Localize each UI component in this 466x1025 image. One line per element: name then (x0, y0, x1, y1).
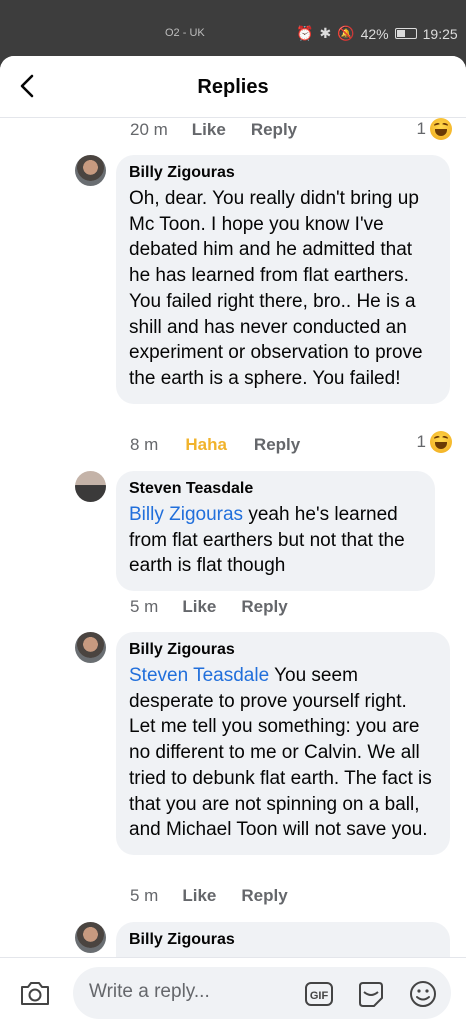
sticker-icon[interactable] (356, 980, 386, 1008)
comment-author[interactable]: Billy Zigouras (129, 164, 436, 182)
comment-text: Steven Teasdale You seem desperate to pr… (129, 663, 436, 843)
comment-body: You seem desperate to prove yourself rig… (129, 665, 432, 841)
bluetooth-icon: ✱ (319, 25, 332, 41)
like-button[interactable]: Like (182, 886, 216, 906)
gif-icon[interactable]: GIF (304, 980, 334, 1008)
alarm-icon: ⏰ (296, 25, 314, 41)
battery-icon (394, 28, 417, 39)
reply-input[interactable] (89, 981, 289, 1003)
haha-reaction-button[interactable]: Haha (185, 435, 227, 455)
reaction-summary[interactable]: 1 (417, 118, 452, 140)
header: Replies (0, 56, 466, 118)
comment-bubble: Billy Zigouras Steven Teasdale You seem … (116, 632, 450, 855)
comment-bubble: Billy Zigouras Oh, dear. You really didn… (116, 155, 450, 404)
reply-button[interactable]: Reply (254, 435, 300, 455)
comment-actions: 8 m Haha Reply (130, 435, 300, 455)
timestamp: 8 m (130, 435, 159, 454)
svg-text:GIF: GIF (310, 990, 329, 1002)
replies-sheet: Replies 20 m Like Reply 1 Billy Zigouras… (0, 56, 466, 1025)
emoji-icon[interactable] (408, 980, 438, 1008)
reply-composer: GIF (0, 957, 466, 1025)
reaction-count: 1 (416, 119, 426, 138)
like-button[interactable]: Like (182, 597, 216, 617)
reply-input-container[interactable]: GIF (73, 967, 451, 1019)
comment-actions: 20 m Like Reply (130, 120, 297, 140)
comment-body: Oh, dear. You really didn't bring up Mc … (129, 188, 423, 389)
carrier-label: O2 - UK (165, 27, 205, 39)
avatar[interactable] (75, 155, 106, 186)
like-button[interactable]: Like (192, 120, 226, 140)
comment-bubble: Steven Teasdale Billy Zigouras yeah he's… (116, 471, 435, 592)
avatar[interactable] (75, 471, 106, 502)
timestamp: 5 m (130, 597, 159, 616)
page-title: Replies (197, 76, 269, 98)
comment-text: Billy Zigouras yeah he's learned from fl… (129, 502, 421, 579)
clock: 19:25 (422, 25, 458, 42)
reply-button[interactable]: Reply (241, 597, 287, 617)
comment-text: Oh, dear. You really didn't bring up Mc … (129, 186, 436, 392)
status-bar: O2 - UK ⏰ ✱ 🔕 42% 19:25 (0, 0, 466, 62)
comment-author[interactable]: Billy Zigouras (129, 931, 436, 949)
status-icons: ⏰ ✱ 🔕 42% 19:25 (296, 25, 458, 42)
haha-reaction-icon (430, 118, 452, 140)
mention-link[interactable]: Billy Zigouras (129, 504, 243, 525)
mention-link[interactable]: Steven Teasdale (129, 665, 269, 686)
mute-icon: 🔕 (337, 25, 355, 41)
battery-percent: 42% (360, 25, 389, 42)
reaction-summary[interactable]: 1 (417, 431, 452, 453)
comment-author[interactable]: Billy Zigouras (129, 641, 436, 659)
comment-actions: 5 m Like Reply (130, 597, 288, 617)
reply-button[interactable]: Reply (251, 120, 297, 140)
timestamp: 20 m (130, 120, 168, 139)
timestamp: 5 m (130, 886, 159, 905)
reply-button[interactable]: Reply (241, 886, 287, 906)
haha-reaction-icon (430, 431, 452, 453)
avatar[interactable] (75, 922, 106, 953)
camera-icon[interactable] (19, 980, 51, 1006)
avatar[interactable] (75, 632, 106, 663)
comment-actions: 5 m Like Reply (130, 886, 288, 906)
reaction-count: 1 (416, 432, 426, 451)
comment-author[interactable]: Steven Teasdale (129, 480, 421, 498)
